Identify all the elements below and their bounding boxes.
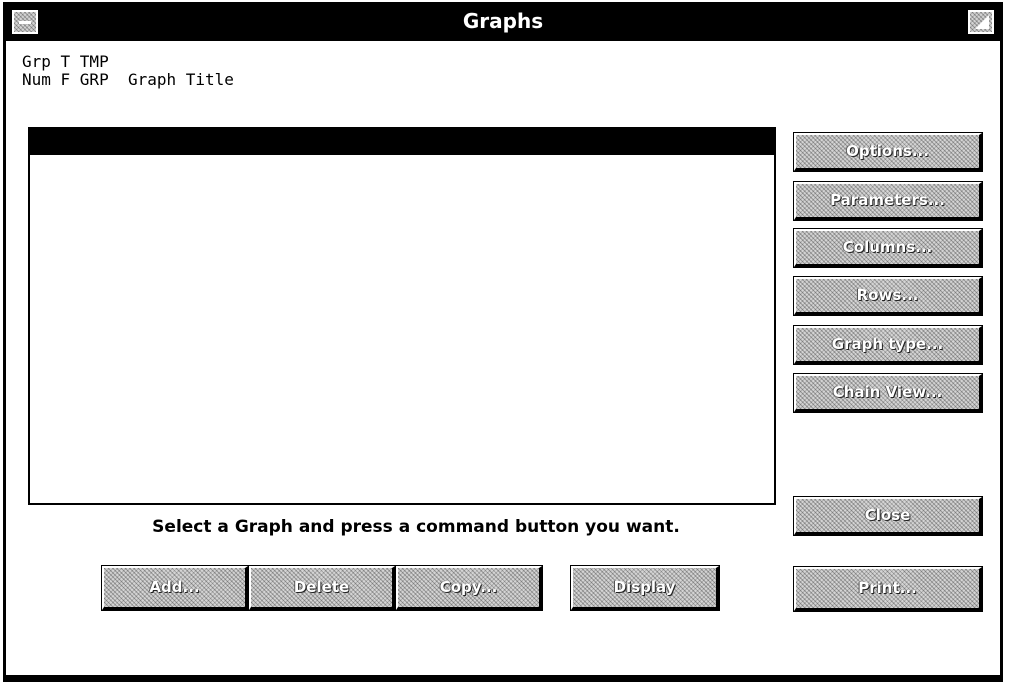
chain-view-button-label: Chain View... [832, 383, 943, 401]
close-button-label: Close [864, 506, 911, 524]
column-header-line-2: Num F GRP Graph Title [22, 70, 234, 89]
display-button[interactable]: Display [570, 565, 720, 611]
graph-title: Contact resolution (goal 55% 12mth avg ;… [203, 158, 657, 177]
column-header-line-1: Grp T TMP [22, 52, 109, 71]
columns-button-label: Columns... [842, 238, 933, 256]
delete-button-label: Delete [293, 578, 350, 596]
rows-button-label: Rows... [856, 286, 919, 304]
copy-button-label: Copy... [439, 578, 498, 596]
maximize-icon [975, 15, 989, 29]
display-button-label: Display [613, 578, 676, 596]
parameters-button-label: Parameters... [830, 191, 945, 209]
options-button-label: Options... [846, 142, 929, 160]
graph-list-item[interactable]: 1 Contact resolution (goal 55% 12mth avg … [30, 129, 774, 177]
graph-list[interactable]: 1 Contact resolution (goal 55% 12mth avg … [28, 127, 776, 505]
instruction-text: Select a Graph and press a command butto… [152, 517, 680, 537]
columns-button[interactable]: Columns... [793, 228, 983, 268]
graph-type-button[interactable]: Graph type... [793, 325, 983, 365]
title-bar[interactable]: Graphs [6, 5, 1000, 41]
window-title: Graphs [462, 9, 544, 33]
print-button[interactable]: Print... [793, 566, 983, 612]
maximize-button[interactable] [968, 10, 994, 34]
options-button[interactable]: Options... [793, 132, 983, 172]
graph-type-button-label: Graph type... [831, 335, 944, 353]
chain-view-button[interactable]: Chain View... [793, 373, 983, 413]
add-button-label: Add... [149, 578, 200, 596]
add-button[interactable]: Add... [101, 565, 249, 611]
print-button-label: Print... [858, 579, 917, 597]
close-button[interactable]: Close [793, 496, 983, 536]
rows-button[interactable]: Rows... [793, 276, 983, 316]
graph-num: 1 [113, 158, 124, 177]
delete-button[interactable]: Delete [248, 565, 396, 611]
copy-button[interactable]: Copy... [395, 565, 543, 611]
graphs-dialog: Graphs Grp T TMP Num F GRP Graph Title 1… [3, 2, 1003, 682]
bottom-border [6, 675, 1000, 679]
parameters-button[interactable]: Parameters... [793, 181, 983, 221]
